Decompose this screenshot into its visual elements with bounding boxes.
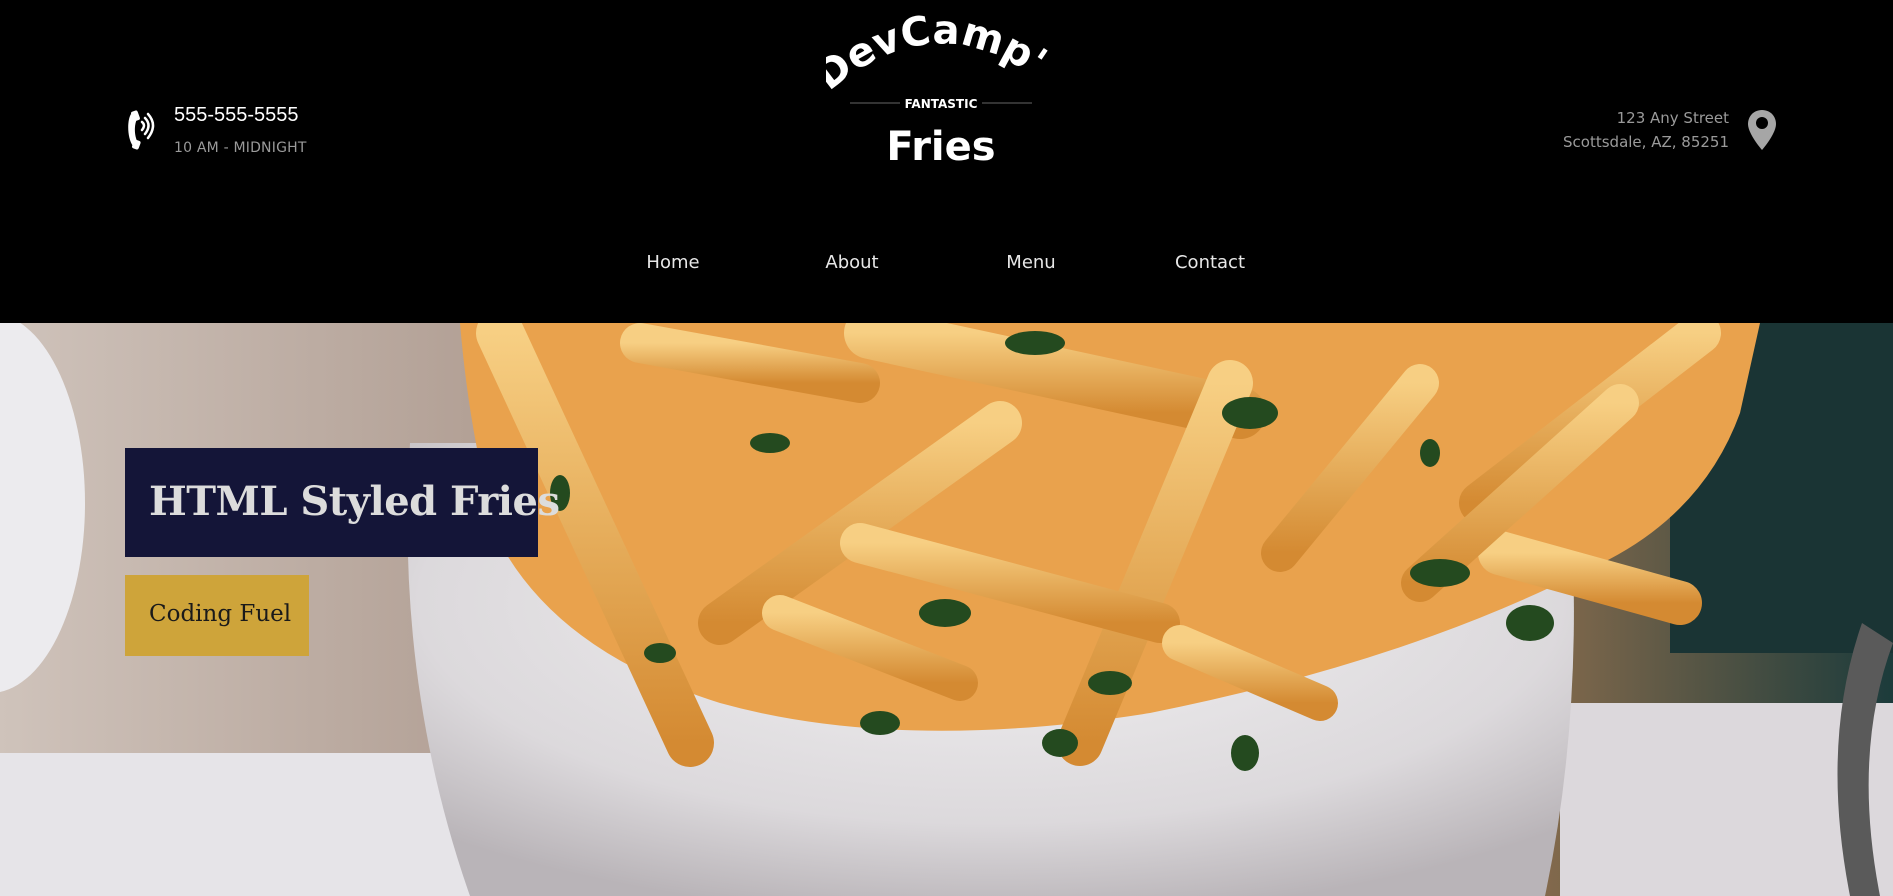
nav-about[interactable]: About <box>825 252 878 273</box>
coding-fuel-button[interactable]: Coding Fuel <box>125 575 309 656</box>
address-line-1: 123 Any Street <box>1616 109 1729 127</box>
hero-button-label: Coding Fuel <box>149 601 292 627</box>
nav-home[interactable]: Home <box>646 252 699 273</box>
logo-middle-text: FANTASTIC <box>905 97 978 111</box>
nav-menu[interactable]: Menu <box>1006 252 1055 273</box>
logo-bottom-text: Fries <box>886 124 995 170</box>
phone-number[interactable]: 555-555-5555 <box>174 104 299 127</box>
site-header: 555-555-5555 10 AM - MIDNIGHT DevCamp's … <box>0 0 1893 323</box>
nav-contact[interactable]: Contact <box>1175 252 1245 273</box>
business-hours: 10 AM - MIDNIGHT <box>174 140 307 156</box>
hero-title-box: HTML Styled Fries <box>125 448 560 557</box>
hero-section: HTML Styled Fries Coding Fuel <box>0 323 1893 896</box>
phone-icon <box>125 108 159 152</box>
hero-title: HTML Styled Fries <box>149 478 560 525</box>
address-line-2: Scottsdale, AZ, 85251 <box>1563 133 1729 151</box>
site-logo[interactable]: DevCamp's FANTASTIC Fries <box>826 10 1056 170</box>
main-nav: Home About Menu Contact <box>0 252 1893 282</box>
logo-top-text: DevCamp's <box>826 10 1055 99</box>
map-pin-icon <box>1746 108 1778 152</box>
